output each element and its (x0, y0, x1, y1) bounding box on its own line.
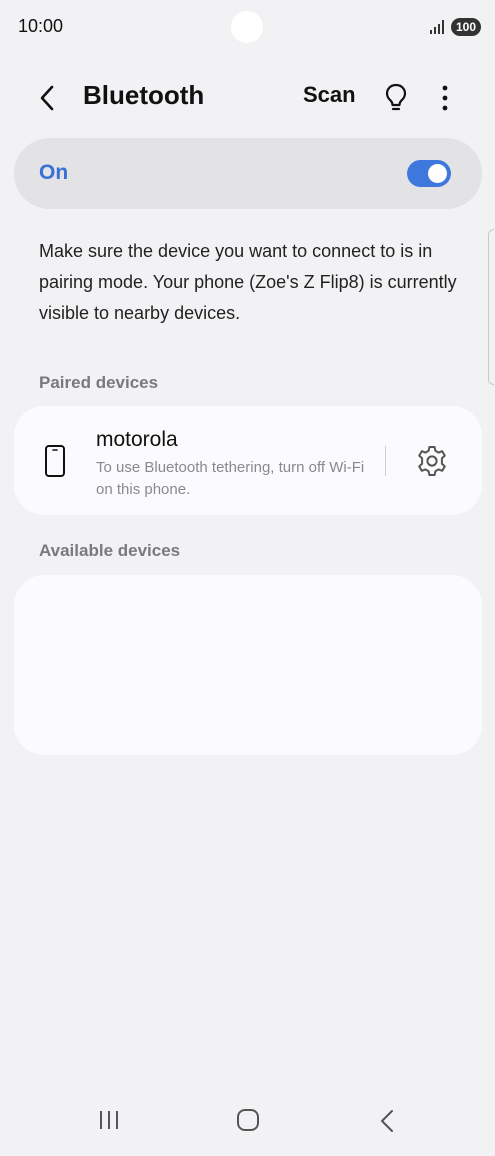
bluetooth-master-switch[interactable]: On (14, 138, 482, 209)
bluetooth-toggle[interactable] (407, 160, 451, 187)
paired-devices-card: motorola To use Bluetooth tethering, tur… (14, 406, 482, 515)
scan-button[interactable]: Scan (303, 82, 356, 108)
front-camera-cutout (231, 11, 263, 43)
smartphone-icon (45, 445, 65, 477)
recents-icon[interactable] (98, 1108, 122, 1132)
available-devices-card (14, 575, 482, 755)
home-icon[interactable] (236, 1108, 260, 1132)
app-bar: Bluetooth Scan (0, 70, 495, 126)
scroll-indicator[interactable] (488, 229, 494, 385)
back-icon[interactable] (34, 82, 62, 114)
back-icon[interactable] (377, 1108, 397, 1134)
bluetooth-settings-screen: 10:00 100 Bluetooth Scan On Make sure th… (0, 0, 495, 1156)
navigation-bar (0, 1088, 495, 1156)
available-devices-header: Available devices (39, 541, 181, 560)
signal-icon (430, 20, 444, 34)
toggle-knob (428, 164, 447, 183)
gear-icon[interactable] (415, 444, 449, 478)
master-switch-label: On (39, 161, 69, 184)
status-time: 10:00 (18, 16, 64, 36)
page-title: Bluetooth (83, 80, 205, 110)
row-divider (385, 446, 386, 476)
device-name: motorola (96, 428, 178, 451)
device-subtitle: To use Bluetooth tethering, turn off Wi-… (96, 459, 365, 498)
lightbulb-icon[interactable] (383, 82, 409, 114)
paired-devices-header: Paired devices (39, 373, 159, 392)
status-bar: 10:00 100 (0, 0, 495, 56)
more-vert-icon[interactable] (432, 83, 458, 113)
pairing-info-text: Make sure the device you want to connect… (39, 241, 457, 323)
battery-icon: 100 (451, 18, 481, 36)
paired-device-row[interactable]: motorola To use Bluetooth tethering, tur… (14, 406, 482, 515)
